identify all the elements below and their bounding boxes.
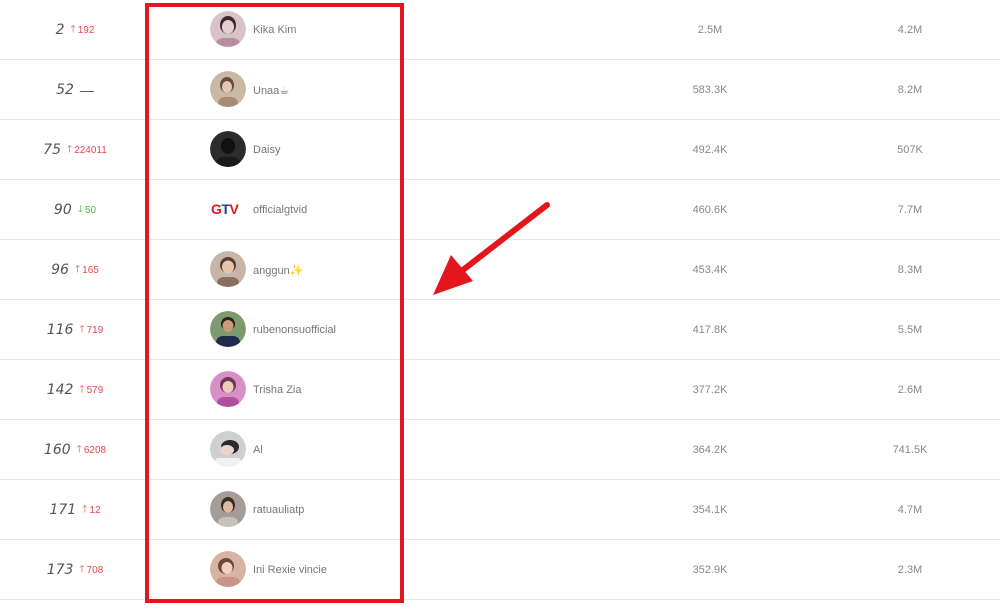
rank-cell: 171 🡑 12 — [0, 480, 150, 540]
rank-change-value: 579 — [86, 384, 104, 396]
views-count: 4.2M — [897, 24, 923, 36]
arrow-up-icon: 🡑 — [76, 443, 82, 455]
rank-cell: 116 🡑 719 — [0, 300, 150, 360]
rank-change: 🡑 6208 — [77, 442, 106, 459]
views-count: 741.5K — [892, 444, 928, 456]
rank-change: — — [80, 82, 94, 98]
views-count: 8.2M — [897, 84, 923, 96]
rank-cell: 96 🡑 165 — [0, 240, 150, 300]
rank-number: 173 — [46, 562, 74, 578]
rank-change-value: 12 — [89, 504, 101, 516]
account-name[interactable]: anggun✨ — [253, 240, 303, 300]
followers-count: 364.2K — [692, 444, 728, 456]
rank-change-value: 708 — [86, 564, 104, 576]
rank-number: 96 — [51, 262, 69, 278]
rank-change-value: 50 — [84, 204, 97, 216]
arrow-up-icon: 🡑 — [74, 263, 81, 275]
rank-change-value: 6208 — [83, 444, 107, 456]
views-count: 5.5M — [897, 324, 923, 336]
table-row[interactable]: 75 🡑 224011 Daisy 492.4K 507K — [0, 120, 1000, 180]
avatar[interactable] — [210, 71, 246, 107]
rank-change: 🡑 719 — [79, 322, 103, 339]
table-row[interactable]: 142 🡑 579 Trisha Zia 377.2K 2.6M — [0, 360, 1000, 420]
account-name[interactable]: Al — [253, 420, 263, 480]
rank-change: 🡓 50 — [78, 202, 96, 219]
account-name[interactable]: officialgtvid — [253, 180, 307, 240]
arrow-up-icon: 🡑 — [70, 23, 76, 35]
rank-cell: 90 🡓 50 — [0, 180, 150, 240]
avatar[interactable] — [210, 311, 246, 347]
avatar[interactable] — [210, 251, 246, 287]
rank-change: 🡑 224011 — [67, 142, 107, 159]
account-name[interactable]: ratuauliatp — [253, 480, 304, 540]
avatar[interactable] — [210, 551, 246, 587]
avatar[interactable] — [210, 431, 246, 467]
arrow-down-icon: 🡓 — [77, 203, 83, 215]
rank-change-value: — — [79, 82, 94, 98]
rank-change: 🡑 192 — [71, 22, 95, 39]
rank-change-value: 719 — [86, 324, 104, 336]
account-name[interactable]: Trisha Zia — [253, 360, 302, 420]
avatar[interactable] — [210, 491, 246, 527]
rank-cell: 142 🡑 579 — [0, 360, 150, 420]
followers-count: 492.4K — [692, 144, 728, 156]
views-count: 8.3M — [897, 264, 923, 276]
table-row[interactable]: 52 — Unaa☕ 583.3K 8.2M — [0, 60, 1000, 120]
rank-change-value: 165 — [82, 264, 99, 276]
rank-number: 160 — [43, 442, 71, 458]
avatar[interactable] — [210, 371, 246, 407]
account-name[interactable]: Unaa☕ — [253, 60, 289, 120]
avatar[interactable] — [210, 131, 246, 167]
table-row[interactable]: 2 🡑 192 Kika Kim 2.5M 4.2M — [0, 0, 1000, 60]
account-name[interactable]: Ini Rexie vincie — [253, 540, 327, 600]
rank-number: 116 — [46, 322, 74, 338]
avatar[interactable] — [210, 11, 246, 47]
table-row[interactable]: 171 🡑 12 ratuauliatp 354.1K 4.7M — [0, 480, 1000, 540]
rank-number: 90 — [53, 202, 72, 218]
rank-change: 🡑 165 — [75, 262, 99, 279]
rank-number: 2 — [55, 22, 65, 38]
followers-count: 453.4K — [692, 264, 728, 276]
rank-number: 75 — [43, 142, 61, 158]
arrow-up-icon: 🡑 — [79, 563, 85, 575]
followers-count: 460.6K — [692, 204, 728, 216]
views-count: 2.3M — [897, 564, 923, 576]
followers-count: 417.8K — [692, 324, 728, 336]
arrow-up-icon: 🡑 — [79, 323, 85, 335]
rank-cell: 160 🡑 6208 — [0, 420, 150, 480]
table-row[interactable]: 173 🡑 708 Ini Rexie vincie 352.9K 2.3M — [0, 540, 1000, 600]
red-arrow-annotation — [433, 202, 550, 295]
views-count: 507K — [897, 144, 923, 156]
rank-cell: 52 — — [0, 60, 150, 120]
views-count: 4.7M — [897, 504, 923, 516]
arrow-up-icon: 🡑 — [66, 143, 73, 155]
rank-number: 171 — [49, 502, 77, 518]
rank-change-value: 224011 — [74, 144, 107, 156]
rank-number: 52 — [56, 82, 74, 98]
arrow-up-icon: 🡑 — [82, 503, 88, 515]
views-count: 7.7M — [897, 204, 923, 216]
rank-change: 🡑 579 — [79, 382, 103, 399]
rank-change-value: 192 — [77, 24, 95, 36]
rank-number: 142 — [46, 382, 74, 398]
followers-count: 377.2K — [692, 384, 728, 396]
gtv-logo[interactable]: GTV — [211, 201, 245, 217]
rank-change: 🡑 708 — [79, 562, 103, 579]
followers-count: 2.5M — [697, 24, 723, 36]
followers-count: 354.1K — [692, 504, 728, 516]
arrow-up-icon: 🡑 — [79, 383, 85, 395]
followers-count: 583.3K — [692, 84, 728, 96]
table-row[interactable]: 160 🡑 6208 Al 364.2K 741.5K — [0, 420, 1000, 480]
views-count: 2.6M — [897, 384, 923, 396]
followers-count: 352.9K — [692, 564, 728, 576]
account-name[interactable]: Daisy — [253, 120, 281, 180]
account-name[interactable]: Kika Kim — [253, 0, 296, 60]
rank-cell: 75 🡑 224011 — [0, 120, 150, 180]
rank-cell: 173 🡑 708 — [0, 540, 150, 600]
rank-change: 🡑 12 — [82, 502, 100, 519]
account-name[interactable]: rubenonsuofficial — [253, 300, 336, 360]
rank-cell: 2 🡑 192 — [0, 0, 150, 60]
